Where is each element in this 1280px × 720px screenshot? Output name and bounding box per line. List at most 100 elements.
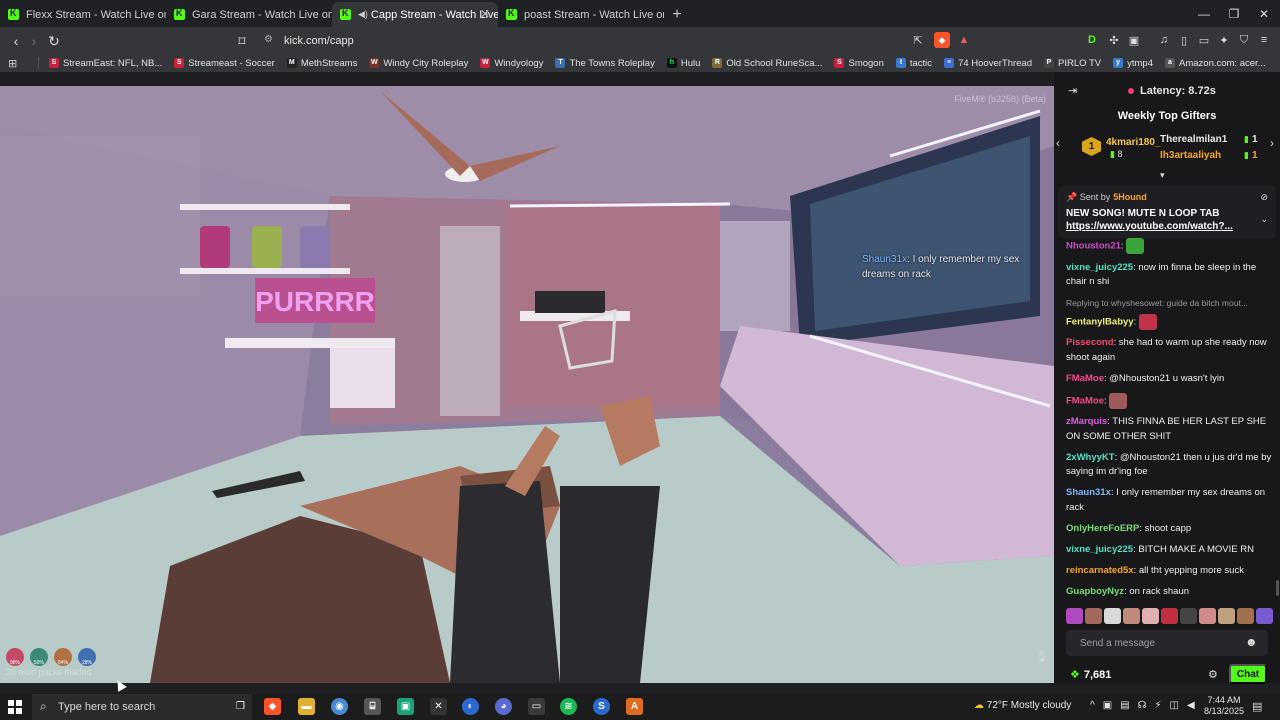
chat-username[interactable]: FMaMoe (1066, 373, 1104, 384)
reload-icon[interactable]: ↻ (44, 31, 64, 51)
bookmark-item[interactable]: W Windyology (480, 58, 543, 69)
forward-icon[interactable]: › (24, 31, 44, 51)
gifter-item[interactable]: Ih3artaaliyah ▮ 1 (1160, 150, 1258, 161)
vpn-icon[interactable]: ⛉ (1236, 32, 1252, 48)
bookmark-item[interactable]: S Streameast - Soccer (174, 58, 275, 69)
pinned-link[interactable]: https://www.youtube.com/watch?... (1066, 221, 1268, 232)
chat-scrollbar[interactable] (1276, 580, 1279, 596)
notifications-icon[interactable]: ▤ (1252, 700, 1262, 713)
emote-icon[interactable] (1142, 608, 1159, 624)
emote-icon[interactable] (1218, 608, 1235, 624)
video-player[interactable]: PURRRR FiveM® (b3258) (Beta) Shaun31x: I… (0, 86, 1054, 683)
chat-username[interactable]: 2xWhyyKT (1066, 452, 1115, 463)
extension-box-icon[interactable]: ▣ (1126, 32, 1142, 48)
site-settings-icon[interactable]: ⚙ (264, 34, 273, 45)
app-icon[interactable]: ◐ (462, 698, 479, 715)
app-s-icon[interactable]: S (593, 698, 610, 715)
bookmark-item[interactable]: ≡ 74 HooverThread (944, 58, 1032, 69)
emote-icon[interactable] (1180, 608, 1197, 624)
brave-browser-icon[interactable]: ◆ (264, 698, 281, 715)
chat-message-input[interactable] (1066, 630, 1268, 656)
bookmark-item[interactable]: S Smogon (834, 58, 884, 69)
bookmark-item[interactable]: a Amazon.com: acer... (1165, 58, 1266, 69)
emote-icon[interactable] (1256, 608, 1273, 624)
bookmark-item[interactable]: M MethStreams (286, 58, 357, 69)
channel-points[interactable]: ❖ 7,681 (1070, 668, 1111, 681)
menu-icon[interactable]: ≡ (1256, 32, 1272, 48)
bookmark-item[interactable]: W Windy City Roleplay (369, 58, 468, 69)
bookmark-item[interactable]: h Hulu (666, 58, 700, 69)
leo-icon[interactable]: ✦ (1216, 32, 1232, 48)
chat-username[interactable]: GuapboyNyz (1066, 586, 1124, 597)
chat-username[interactable]: reincarnated5x (1066, 565, 1134, 576)
address-bar[interactable]: ⚙ kick.com/capp (256, 30, 936, 51)
top-gifter-name[interactable]: 4kmari180_ (1106, 137, 1161, 148)
emote-icon[interactable] (1123, 608, 1140, 624)
share-icon[interactable]: ⇱ (910, 32, 926, 48)
chat-username[interactable]: FMaMoe (1066, 395, 1104, 406)
media-icon[interactable]: ♫ (1156, 32, 1172, 48)
chat-username[interactable]: vixne_juicy225 (1066, 544, 1133, 555)
gifter-item[interactable]: Therealmilan1 ▮ 1 (1160, 134, 1258, 145)
collapse-chat-icon[interactable]: ⇥ (1068, 84, 1077, 97)
windows-start-icon[interactable] (8, 700, 22, 714)
new-tab-button[interactable]: + (664, 2, 690, 27)
unpin-icon[interactable]: ⊘ (1260, 192, 1268, 203)
chat-username[interactable]: Pissecond (1066, 337, 1114, 348)
taskbar-search[interactable]: ⌕ Type here to search (32, 694, 252, 720)
chat-username[interactable]: OnlyHereFoERP (1066, 523, 1139, 534)
next-arrow-icon[interactable]: › (1270, 136, 1274, 150)
chat-settings-icon[interactable]: ⚙ (1208, 668, 1218, 681)
bookmark-item[interactable]: y ytmp4 (1113, 58, 1153, 69)
discord-icon[interactable]: ◕ (495, 698, 512, 715)
minimize-icon[interactable]: — (1188, 0, 1220, 27)
close-tab-icon[interactable]: ✕ (480, 7, 490, 21)
chat-username[interactable]: vixne_juicy225 (1066, 262, 1133, 273)
emote-icon[interactable] (1104, 608, 1121, 624)
chrome-icon[interactable]: ◉ (331, 698, 348, 715)
app-icon[interactable]: ▣ (397, 698, 414, 715)
brave-rewards-icon[interactable]: ▲ (956, 32, 972, 48)
bookmark-item[interactable]: S StreamEast: NFL, NB... (49, 58, 162, 69)
app-icon[interactable]: ▭ (528, 698, 545, 715)
prev-arrow-icon[interactable]: ‹ (1056, 136, 1060, 150)
emote-icon[interactable] (1066, 608, 1083, 624)
emote-icon[interactable] (1199, 608, 1216, 624)
bookmark-item[interactable]: t tactic (895, 58, 932, 69)
chat-username[interactable]: Nhouston21 (1066, 241, 1121, 252)
task-view-icon[interactable]: ❒ (232, 698, 249, 715)
expand-pinned-icon[interactable]: ⌄ (1260, 214, 1268, 225)
bookmark-item[interactable]: T The Towns Roleplay (555, 58, 655, 69)
emote-icon[interactable] (1085, 608, 1102, 624)
send-chat-button[interactable]: Chat (1229, 664, 1267, 684)
pinned-toggle-icon[interactable]: ▾ (1160, 170, 1165, 181)
tab-capp[interactable]: ◀) Capp Stream - Watch Live on ✕ (332, 2, 498, 27)
tab-gara[interactable]: Gara Stream - Watch Live on Kick (166, 2, 332, 27)
apps-grid-icon[interactable]: ⊞ (8, 57, 24, 70)
chat-username[interactable]: Shaun31x (1066, 487, 1111, 498)
speaker-icon[interactable]: ◀) (358, 9, 368, 20)
emote-icon[interactable] (1237, 608, 1254, 624)
restore-icon[interactable]: ❐ (1218, 0, 1250, 27)
close-window-icon[interactable]: ✕ (1248, 0, 1280, 27)
bookmark-icon[interactable]: ⌑ (232, 31, 252, 51)
tab-flexx[interactable]: Flexx Stream - Watch Live on Kick (0, 2, 166, 27)
taskbar-clock[interactable]: 7:44 AM 8/13/2025 (1202, 695, 1246, 717)
extension-puzzle-icon[interactable]: ✣ (1106, 32, 1122, 48)
sidebar-icon[interactable]: ▯ (1176, 32, 1192, 48)
wallet-icon[interactable]: ▭ (1196, 32, 1212, 48)
extension-d-icon[interactable]: D (1084, 32, 1100, 48)
bookmark-item[interactable]: P PIRLO TV (1044, 58, 1101, 69)
app-icon[interactable]: ✕ (430, 698, 447, 715)
bookmark-item[interactable]: R Old School RuneSca... (712, 58, 822, 69)
chat-username[interactable]: zMarquis (1066, 416, 1107, 427)
emoji-picker-icon[interactable]: ☻ (1245, 635, 1258, 649)
spotify-icon[interactable]: ≋ (560, 698, 577, 715)
emote-icon[interactable] (1161, 608, 1178, 624)
system-tray-icons[interactable]: ^▣▤☊⚡◫◀ (1090, 700, 1203, 711)
app-a-icon[interactable]: A (626, 698, 643, 715)
brave-shields-icon[interactable]: ◆ (934, 32, 950, 48)
back-icon[interactable]: ‹ (6, 31, 26, 51)
chat-username[interactable]: FentanylBabyy (1066, 316, 1134, 327)
tab-poast[interactable]: poast Stream - Watch Live on Kick (498, 2, 664, 27)
